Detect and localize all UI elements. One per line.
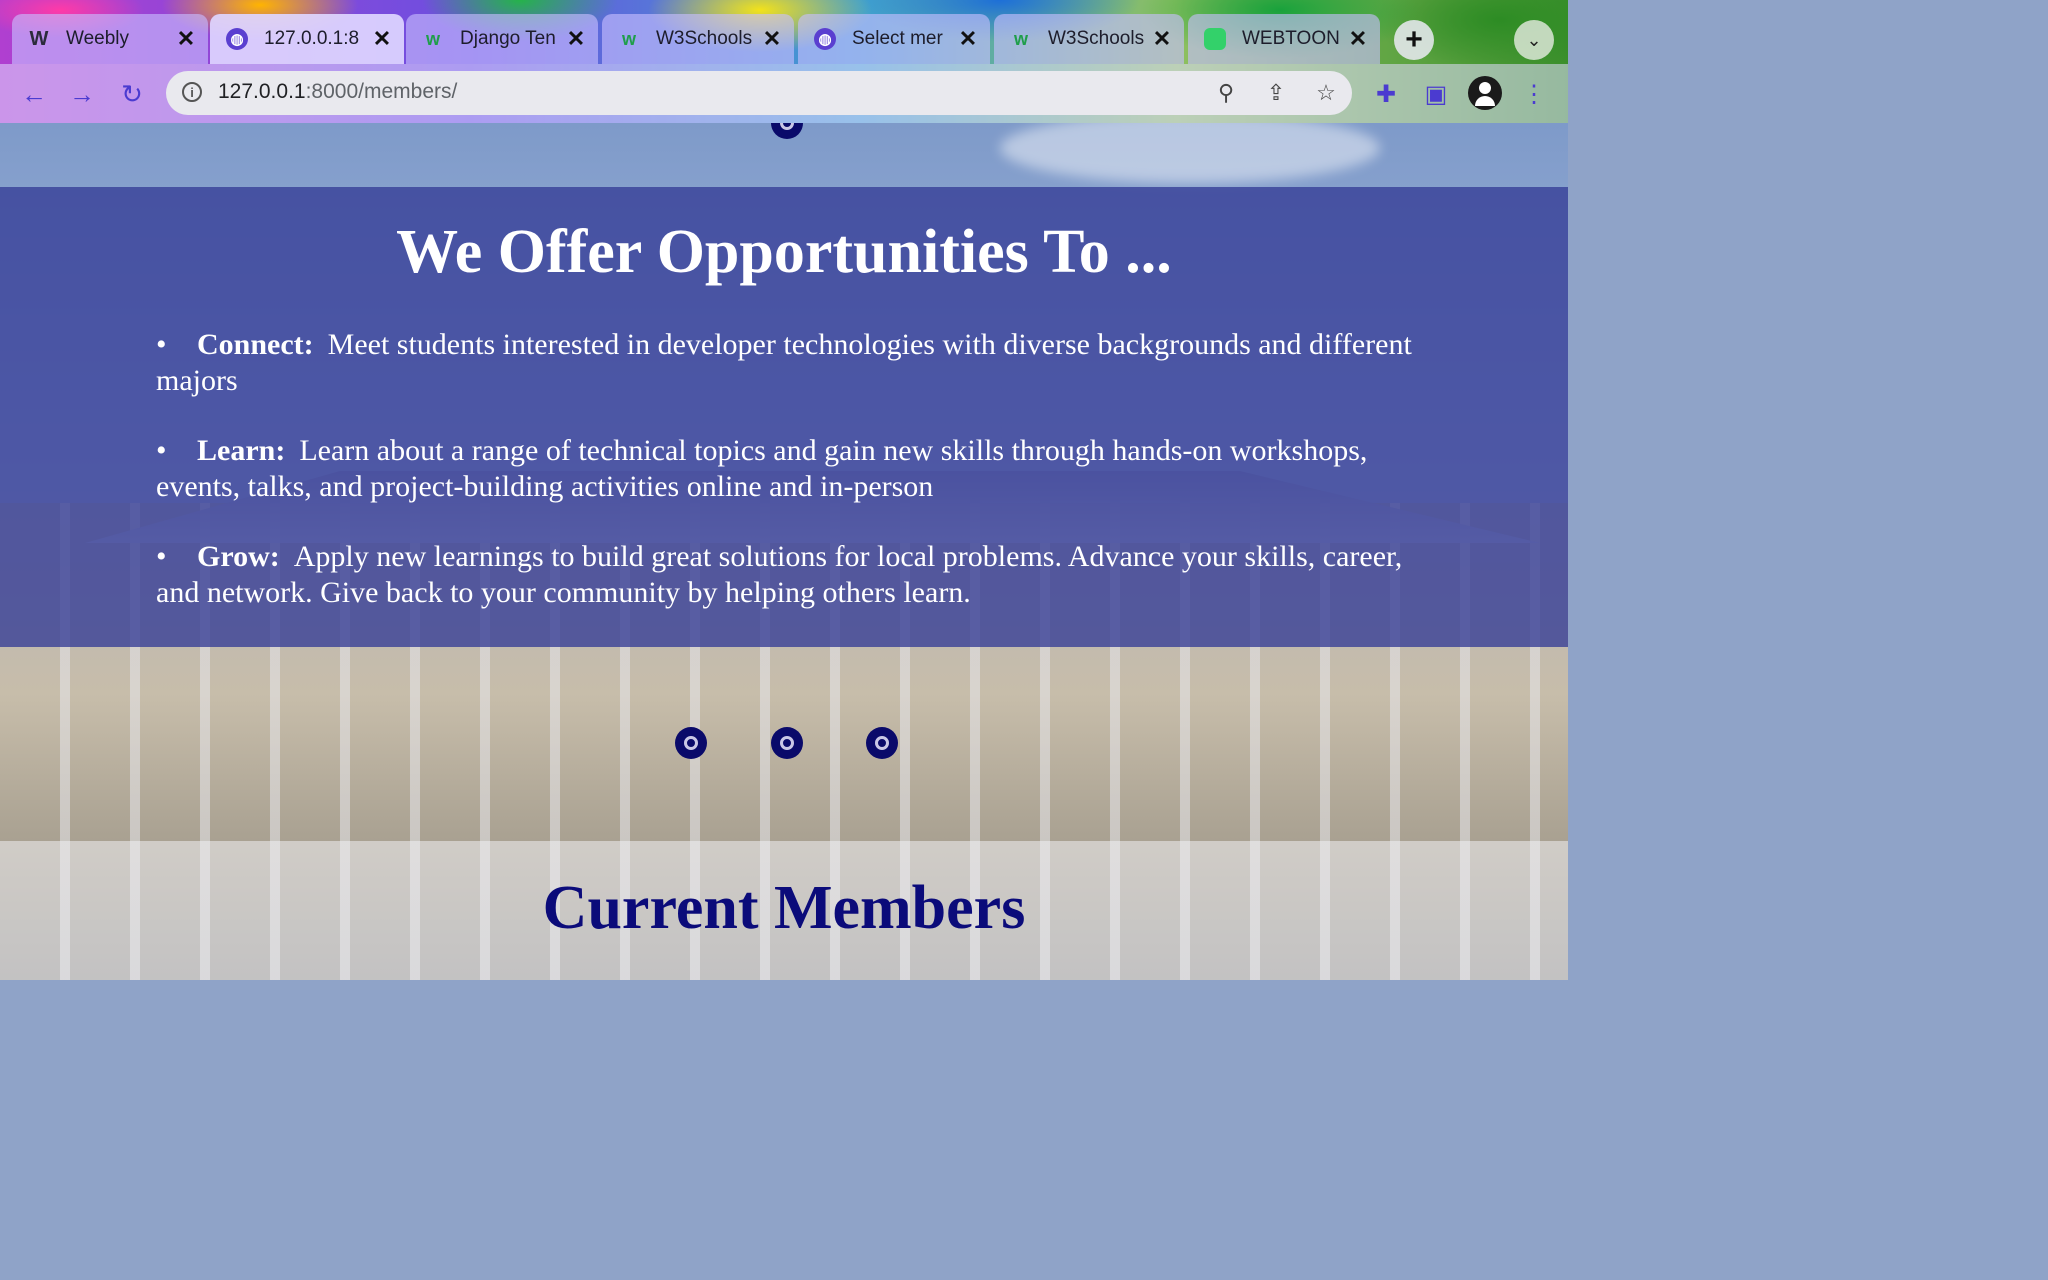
members-section: Current Members [0, 841, 1568, 980]
share-icon[interactable]: ⇪ [1262, 79, 1290, 107]
profile-avatar-icon[interactable] [1468, 76, 1502, 110]
list-item-connect: • Connect: Meet students interested in dev… [156, 328, 1412, 397]
globe-icon: ◍ [226, 28, 248, 50]
item-text: Apply new learnings to build great solut… [156, 540, 1403, 609]
opportunities-section: We Offer Opportunities To ... • Connect: M… [0, 187, 1568, 647]
url-text[interactable]: 127.0.0.1:8000/members/ [218, 80, 457, 104]
close-icon[interactable]: ✕ [958, 26, 978, 52]
w3schools-icon: w [1013, 28, 1028, 49]
webtoon-icon [1204, 28, 1226, 50]
url-host: 127.0.0.1 [218, 80, 306, 103]
tab-strip: W Weebly ✕ ◍ 127.0.0.1:8 ✕ w Django Ten … [0, 14, 1568, 64]
close-icon[interactable]: ✕ [762, 26, 782, 52]
item-label: Grow: [197, 540, 280, 573]
globe-icon: ◍ [814, 28, 836, 50]
carousel-indicator[interactable] [675, 727, 707, 759]
site-info-icon[interactable]: i [182, 82, 202, 102]
side-panel-icon[interactable]: ▣ [1420, 78, 1452, 110]
tab-webtoon[interactable]: WEBTOON ✕ [1188, 14, 1380, 64]
item-label: Learn: [197, 434, 286, 467]
list-item-learn: • Learn: Learn about a range of technical … [156, 434, 1368, 503]
close-icon[interactable]: ✕ [372, 26, 392, 52]
tab-title: W3Schools [1048, 28, 1145, 49]
item-text: Meet students interested in developer te… [156, 328, 1412, 397]
browser-toolbar: ← → ↻ i 127.0.0.1:8000/members/ ⚲ ⇪ ☆ ✚ … [0, 64, 1568, 123]
address-bar[interactable]: i 127.0.0.1:8000/members/ ⚲ ⇪ ☆ [166, 71, 1352, 115]
w3schools-icon: w [425, 28, 440, 49]
tab-w3schools-2[interactable]: w W3Schools ✕ [994, 14, 1184, 64]
back-arrow-icon[interactable]: ← [18, 78, 50, 110]
tab-localhost[interactable]: ◍ 127.0.0.1:8 ✕ [210, 14, 404, 64]
browser-chrome: W Weebly ✕ ◍ 127.0.0.1:8 ✕ w Django Ten … [0, 0, 1568, 123]
tab-title: 127.0.0.1:8 [264, 28, 360, 49]
item-text: Learn about a range of technical topics … [156, 434, 1368, 503]
item-label: Connect: [197, 328, 314, 361]
list-item-grow: • Grow: Apply new learnings to build great… [156, 540, 1403, 609]
tab-title: Weebly [66, 28, 130, 49]
members-heading: Current Members [542, 874, 1026, 942]
carousel-indicator[interactable] [771, 123, 803, 139]
url-path: :8000/members/ [305, 80, 458, 103]
tab-title: W3Schools [656, 28, 753, 49]
forward-arrow-icon[interactable]: → [66, 78, 98, 110]
tab-select-members[interactable]: ◍ Select mer ✕ [798, 14, 990, 64]
background-cloud [1000, 123, 1380, 183]
bookmark-star-icon[interactable]: ☆ [1312, 79, 1340, 107]
tab-django[interactable]: w Django Ten ✕ [406, 14, 598, 64]
close-icon[interactable]: ✕ [1152, 26, 1172, 52]
opportunities-heading: We Offer Opportunities To ... [396, 218, 1172, 286]
tab-weebly[interactable]: W Weebly ✕ [12, 14, 208, 64]
tab-title: Django Ten [460, 28, 556, 49]
carousel-indicator[interactable] [771, 727, 803, 759]
weebly-icon: W [29, 27, 49, 50]
w3schools-icon: w [621, 28, 636, 49]
page-viewport: We Offer Opportunities To ... • Connect: M… [0, 123, 1568, 980]
tab-w3schools-1[interactable]: w W3Schools ✕ [602, 14, 794, 64]
carousel-indicator[interactable] [866, 727, 898, 759]
close-icon[interactable]: ✕ [566, 26, 586, 52]
close-icon[interactable]: ✕ [1348, 26, 1368, 52]
extensions-puzzle-icon[interactable]: ✚ [1370, 78, 1402, 110]
reload-icon[interactable]: ↻ [116, 78, 148, 110]
new-tab-button[interactable]: + [1394, 20, 1434, 60]
tab-search-button[interactable]: ⌄ [1514, 20, 1554, 60]
menu-kebab-icon[interactable]: ⋮ [1518, 78, 1550, 110]
tab-title: WEBTOON [1242, 28, 1340, 49]
close-icon[interactable]: ✕ [176, 26, 196, 52]
tab-title: Select mer [852, 28, 943, 49]
opportunities-list: • Connect: Meet students interested in dev… [156, 327, 1416, 645]
zoom-out-icon[interactable]: ⚲ [1212, 79, 1240, 107]
